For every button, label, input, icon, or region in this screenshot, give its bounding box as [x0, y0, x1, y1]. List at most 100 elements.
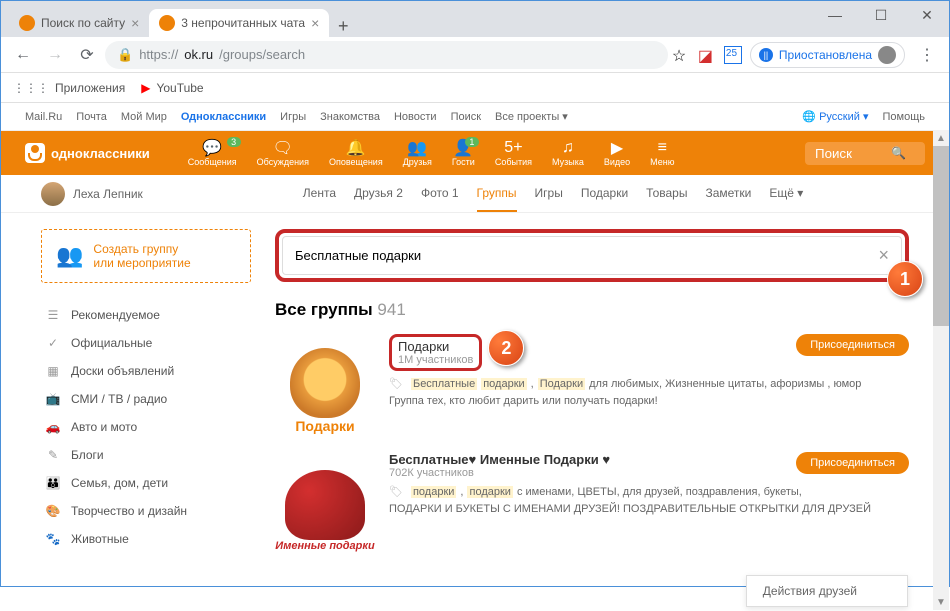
clear-search-icon[interactable]: ×	[878, 245, 889, 266]
portal-link[interactable]: Все проекты ▾	[495, 110, 568, 123]
nav-music[interactable]: ♫Музыка	[542, 139, 594, 167]
nav-menu[interactable]: ≡Меню	[640, 139, 684, 167]
help-link[interactable]: Помощь	[883, 111, 926, 123]
url-input[interactable]: 🔒 https://ok.ru/groups/search	[105, 41, 668, 69]
nav-notifications[interactable]: 🔔Оповещения	[319, 139, 393, 167]
maximize-button[interactable]: ☐	[858, 0, 904, 30]
portal-link-active[interactable]: Одноклассники	[181, 111, 266, 123]
portal-link[interactable]: Поиск	[451, 111, 481, 123]
ok-logo-icon	[25, 143, 45, 163]
sidebar-item[interactable]: 👪Семья, дом, дети	[41, 469, 251, 497]
url-path: /groups/search	[219, 47, 305, 62]
sidebar-item[interactable]: ✓Официальные	[41, 329, 251, 357]
site-search-input[interactable]	[815, 146, 885, 161]
group-description: ПОДАРКИ И БУКЕТЫ С ИМЕНАМИ ДРУЗЕЙ! ПОЗДР…	[389, 502, 909, 517]
group-search-highlight: × 1	[275, 229, 909, 282]
friends-icon: 👥	[407, 139, 427, 157]
user-nav-bar: Леха Лепник Лента Друзья 2 Фото 1 Группы…	[1, 175, 949, 213]
reload-button[interactable]: ⟳	[73, 41, 101, 69]
search-icon[interactable]: 🔍	[891, 146, 906, 160]
youtube-icon: ▶	[141, 81, 150, 95]
site-logo[interactable]: одноклассники	[25, 143, 150, 163]
group-tags: 🏷 подарки, подарки с именами, ЦВЕТЫ, для…	[389, 485, 909, 498]
group-thumbnail[interactable]: Именные подарки	[275, 452, 375, 552]
tab-goods[interactable]: Товары	[646, 176, 687, 212]
close-window-button[interactable]: ✕	[904, 0, 950, 30]
browser-tab[interactable]: Поиск по сайту ×	[9, 9, 149, 37]
tab-feed[interactable]: Лента	[303, 176, 336, 212]
sidebar-item[interactable]: 📺СМИ / ТВ / радио	[41, 385, 251, 413]
close-tab-icon[interactable]: ×	[311, 15, 319, 31]
join-button[interactable]: Присоединиться	[796, 452, 909, 474]
extension-calendar-icon[interactable]: 25	[724, 46, 742, 64]
join-button[interactable]: Присоединиться	[796, 334, 909, 356]
scroll-down-icon[interactable]: ▼	[933, 594, 949, 610]
scroll-up-icon[interactable]: ▲	[933, 130, 949, 146]
portal-link[interactable]: Почта	[76, 111, 107, 123]
family-icon: 👪	[45, 476, 61, 490]
forward-button[interactable]: →	[41, 41, 69, 69]
car-icon: 🚗	[45, 420, 61, 434]
page-scrollbar[interactable]: ▲ ▼	[933, 130, 949, 610]
sidebar-item[interactable]: 🐾Животные	[41, 525, 251, 553]
nav-video[interactable]: ▶Видео	[594, 139, 640, 167]
tab-favicon-icon	[19, 15, 35, 31]
nav-guests[interactable]: 👤1Гости	[442, 139, 485, 167]
close-tab-icon[interactable]: ×	[131, 15, 139, 31]
sidebar-item[interactable]: ▦Доски объявлений	[41, 357, 251, 385]
minimize-button[interactable]: ―	[812, 0, 858, 30]
group-thumbnail[interactable]: Подарки	[275, 334, 375, 434]
tab-notes[interactable]: Заметки	[705, 176, 751, 212]
tab-games[interactable]: Игры	[535, 176, 563, 212]
board-icon: ▦	[45, 364, 61, 378]
tab-photos[interactable]: Фото 1	[421, 176, 459, 212]
back-button[interactable]: ←	[9, 41, 37, 69]
sidebar-item[interactable]: ✎Блоги	[41, 441, 251, 469]
lock-icon: 🔒	[117, 47, 133, 63]
star-icon[interactable]: ☆	[672, 46, 690, 64]
messages-icon: 💬	[202, 139, 222, 157]
portal-link[interactable]: Игры	[280, 111, 306, 123]
group-description: Группа тех, кто любит дарить или получат…	[389, 394, 909, 409]
nav-friends[interactable]: 👥Друзья	[393, 139, 442, 167]
portal-link[interactable]: Знакомства	[320, 111, 380, 123]
sidebar-item[interactable]: ☰Рекомендуемое	[41, 301, 251, 329]
group-search-input[interactable]	[295, 248, 878, 263]
list-icon: ☰	[45, 308, 61, 322]
profile-paused-chip[interactable]: || Приостановлена	[750, 42, 905, 68]
check-icon: ✓	[45, 336, 61, 350]
menu-icon[interactable]: ⋮	[913, 41, 941, 69]
portal-link[interactable]: Новости	[394, 111, 437, 123]
site-search[interactable]: 🔍	[805, 142, 925, 165]
tab-gifts[interactable]: Подарки	[581, 176, 628, 212]
nav-events[interactable]: 5+События	[485, 139, 542, 167]
results-heading: Все группы 941	[275, 300, 909, 320]
portal-link[interactable]: Mail.Ru	[25, 111, 62, 123]
new-tab-button[interactable]: +	[329, 16, 357, 37]
friends-actions-popup[interactable]: Действия друзей	[746, 575, 908, 607]
paw-icon: 🐾	[45, 532, 61, 546]
bookmark-youtube[interactable]: ▶ YouTube	[141, 81, 203, 95]
language-selector[interactable]: 🌐 Русский ▾	[802, 110, 868, 123]
site-header: одноклассники 💬3Сообщения 🗨Обсуждения 🔔О…	[1, 131, 949, 175]
group-name-link[interactable]: Подарки	[398, 339, 473, 354]
nav-discussions[interactable]: 🗨Обсуждения	[247, 139, 319, 167]
tab-more[interactable]: Ещё ▾	[769, 176, 803, 212]
tab-friends[interactable]: Друзья 2	[354, 176, 403, 212]
create-group-button[interactable]: 👥 Создать группуили мероприятие	[41, 229, 251, 283]
palette-icon: 🎨	[45, 504, 61, 518]
extension-icon[interactable]: ◪	[698, 46, 716, 64]
nav-messages[interactable]: 💬3Сообщения	[178, 139, 247, 167]
browser-tab-active[interactable]: 3 непрочитанных чата ×	[149, 9, 329, 37]
scroll-thumb[interactable]	[933, 146, 949, 326]
callout-badge-2: 2	[488, 330, 524, 366]
portal-link[interactable]: Мой Мир	[121, 111, 167, 123]
main-content: × 1 Все группы 941 Подарки Подарки 1М уч…	[275, 229, 909, 570]
apps-button[interactable]: ⋮⋮⋮ Приложения	[13, 81, 125, 95]
tab-groups[interactable]: Группы	[477, 176, 517, 212]
sidebar-item[interactable]: 🚗Авто и мото	[41, 413, 251, 441]
sidebar-item[interactable]: 🎨Творчество и дизайн	[41, 497, 251, 525]
create-group-icon: 👥	[56, 243, 83, 269]
user-profile-link[interactable]: Леха Лепник	[41, 182, 143, 206]
url-host: ok.ru	[184, 47, 213, 62]
